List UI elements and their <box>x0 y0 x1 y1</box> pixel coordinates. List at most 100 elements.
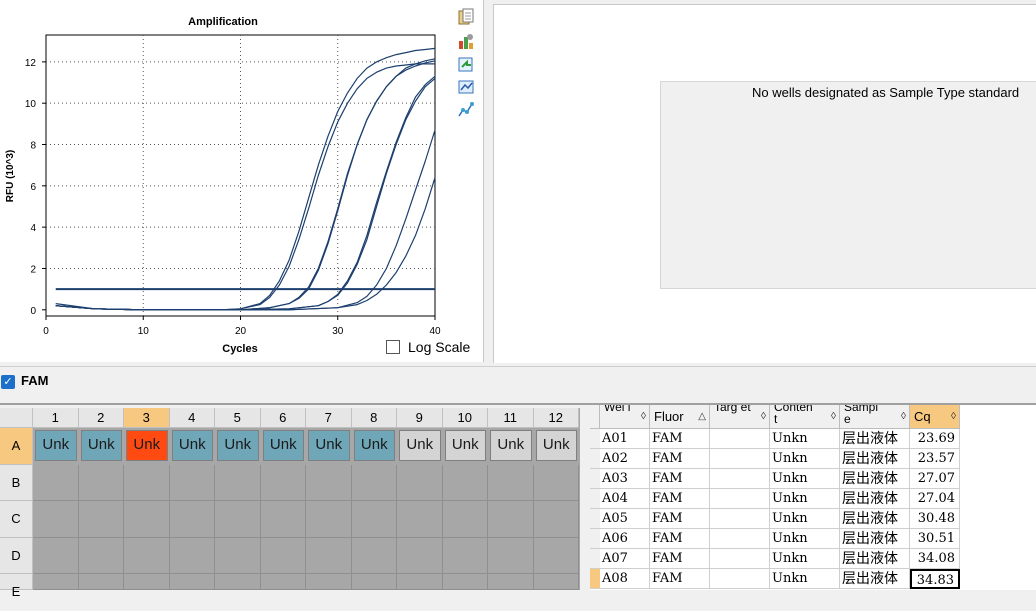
row-selector[interactable] <box>590 549 600 569</box>
well-B7[interactable] <box>306 464 352 501</box>
cell-fluor[interactable]: FAM <box>650 469 710 489</box>
table-corner[interactable] <box>590 405 600 429</box>
well-E7[interactable] <box>306 574 352 590</box>
vertical-splitter[interactable] <box>484 0 492 362</box>
well-D2[interactable] <box>78 537 124 574</box>
well-A8[interactable]: Unk <box>353 430 395 461</box>
well-B8[interactable] <box>351 464 397 501</box>
well-D8[interactable] <box>351 537 397 574</box>
well-D12[interactable] <box>533 537 579 574</box>
row-header-B[interactable]: B <box>0 464 33 501</box>
well-B11[interactable] <box>488 464 534 501</box>
column-header-target[interactable]: Targ et ◊ <box>710 405 770 429</box>
well-B1[interactable] <box>33 464 79 501</box>
well-A7[interactable]: Unk <box>308 430 350 461</box>
column-header-8[interactable]: 8 <box>351 408 397 428</box>
cell-target[interactable] <box>710 469 770 489</box>
well-C10[interactable] <box>442 501 488 538</box>
column-header-1[interactable]: 1 <box>33 408 79 428</box>
well-B9[interactable] <box>397 464 443 501</box>
well-C11[interactable] <box>488 501 534 538</box>
row-selector[interactable] <box>590 509 600 529</box>
well-E12[interactable] <box>533 574 579 590</box>
well-D5[interactable] <box>215 537 261 574</box>
well-C8[interactable] <box>351 501 397 538</box>
column-header-11[interactable]: 11 <box>488 408 534 428</box>
well-A1[interactable]: Unk <box>35 430 77 461</box>
column-header-12[interactable]: 12 <box>533 408 579 428</box>
row-header-D[interactable]: D <box>0 537 33 574</box>
cell-fluor[interactable]: FAM <box>650 449 710 469</box>
well-D6[interactable] <box>260 537 306 574</box>
well-E9[interactable] <box>397 574 443 590</box>
well-C3[interactable] <box>124 501 170 538</box>
cell-target[interactable] <box>710 569 770 589</box>
cell-target[interactable] <box>710 489 770 509</box>
well-C4[interactable] <box>169 501 215 538</box>
well-B12[interactable] <box>533 464 579 501</box>
well-E4[interactable] <box>169 574 215 590</box>
plate-table-splitter[interactable] <box>580 405 590 590</box>
column-header-sample[interactable]: Sampl e ◊ <box>840 405 910 429</box>
well-A4[interactable]: Unk <box>171 430 213 461</box>
cell-cq[interactable]: 27.04 <box>910 489 960 509</box>
well-C5[interactable] <box>215 501 261 538</box>
well-B5[interactable] <box>215 464 261 501</box>
cell-target[interactable] <box>710 429 770 449</box>
well-E11[interactable] <box>488 574 534 590</box>
row-selector[interactable] <box>590 449 600 469</box>
well-C12[interactable] <box>533 501 579 538</box>
copy-icon[interactable] <box>457 8 475 26</box>
cell-sample[interactable]: 层出液体 <box>840 429 910 449</box>
well-C2[interactable] <box>78 501 124 538</box>
cell-well[interactable]: A06 <box>600 529 650 549</box>
column-header-fluor[interactable]: Fluor △ <box>650 405 710 429</box>
cell-well[interactable]: A01 <box>600 429 650 449</box>
cell-content[interactable]: Unkn <box>770 569 840 589</box>
column-header-4[interactable]: 4 <box>169 408 215 428</box>
chart-settings-icon[interactable] <box>457 32 475 50</box>
well-D11[interactable] <box>488 537 534 574</box>
well-A11[interactable]: Unk <box>490 430 532 461</box>
cell-sample[interactable]: 层出液体 <box>840 549 910 569</box>
row-selector[interactable] <box>590 529 600 549</box>
well-C7[interactable] <box>306 501 352 538</box>
cell-well[interactable]: A04 <box>600 489 650 509</box>
column-header-well[interactable]: Wel l ◊ <box>600 405 650 429</box>
row-header-C[interactable]: C <box>0 501 33 538</box>
well-D9[interactable] <box>397 537 443 574</box>
well-E8[interactable] <box>351 574 397 590</box>
well-A9[interactable]: Unk <box>399 430 441 461</box>
well-B3[interactable] <box>124 464 170 501</box>
cell-cq[interactable]: 34.08 <box>910 549 960 569</box>
cell-fluor[interactable]: FAM <box>650 529 710 549</box>
column-header-content[interactable]: Conten t ◊ <box>770 405 840 429</box>
plate-corner[interactable] <box>0 408 33 428</box>
sort-icon[interactable]: ◊ <box>641 405 646 428</box>
cell-cq[interactable]: 23.69 <box>910 429 960 449</box>
export-icon[interactable] <box>457 55 475 73</box>
well-E3[interactable] <box>124 574 170 590</box>
cell-sample[interactable]: 层出液体 <box>840 509 910 529</box>
sort-icon[interactable]: ◊ <box>761 405 766 428</box>
fam-checkbox[interactable]: ✓ <box>1 375 15 389</box>
well-E6[interactable] <box>260 574 306 590</box>
well-E5[interactable] <box>215 574 261 590</box>
well-C6[interactable] <box>260 501 306 538</box>
cell-well[interactable]: A07 <box>600 549 650 569</box>
well-C1[interactable] <box>33 501 79 538</box>
column-header-2[interactable]: 2 <box>78 408 124 428</box>
cell-fluor[interactable]: FAM <box>650 569 710 589</box>
cell-content[interactable]: Unkn <box>770 509 840 529</box>
well-E2[interactable] <box>78 574 124 590</box>
column-header-6[interactable]: 6 <box>260 408 306 428</box>
cell-cq[interactable]: 30.48 <box>910 509 960 529</box>
cell-cq[interactable]: 30.51 <box>910 529 960 549</box>
cell-sample[interactable]: 层出液体 <box>840 489 910 509</box>
well-E10[interactable] <box>442 574 488 590</box>
cell-cq[interactable]: 23.57 <box>910 449 960 469</box>
row-selector[interactable] <box>590 489 600 509</box>
column-header-10[interactable]: 10 <box>442 408 488 428</box>
well-D1[interactable] <box>33 537 79 574</box>
cell-content[interactable]: Unkn <box>770 429 840 449</box>
